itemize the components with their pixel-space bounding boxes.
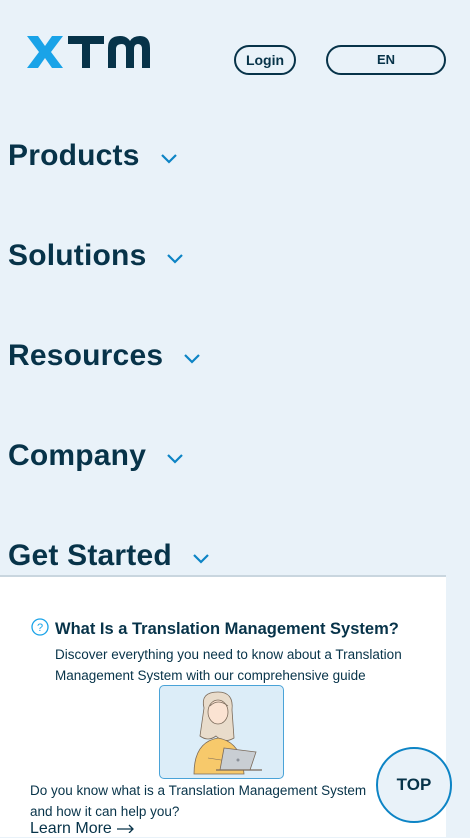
nav-label: Solutions [8, 239, 147, 272]
nav-item-products[interactable]: Products [8, 136, 178, 176]
chevron-down-icon [193, 554, 209, 564]
nav-item-company[interactable]: Company [8, 436, 184, 476]
nav-label: Get Started [8, 539, 172, 572]
nav-item-solutions[interactable]: Solutions [8, 236, 184, 276]
question-circle-icon: ? [31, 618, 49, 636]
nav-item-resources[interactable]: Resources [8, 336, 201, 376]
nav-label: Company [8, 439, 147, 472]
card-question-text: Do you know what is a Translation Manage… [30, 783, 367, 819]
card-description: Discover everything you need to know abo… [55, 647, 402, 683]
nav-label: Products [8, 139, 140, 172]
svg-text:?: ? [37, 622, 43, 634]
xtm-logo[interactable] [24, 32, 152, 72]
card-title[interactable]: What Is a Translation Management System? [55, 620, 399, 639]
nav-item-get-started[interactable]: Get Started [8, 536, 210, 576]
login-button[interactable]: Login [234, 45, 296, 75]
site-header: Login EN [0, 0, 470, 110]
chevron-down-icon [167, 454, 183, 464]
nav-label: Resources [8, 339, 164, 372]
learn-more-link[interactable]: Learn More [30, 820, 136, 838]
language-selector[interactable]: EN [326, 45, 446, 75]
woman-laptop-illustration [159, 685, 284, 779]
arrow-right-icon [116, 820, 136, 838]
back-to-top-button[interactable]: TOP [376, 747, 452, 823]
chevron-down-icon [184, 354, 200, 364]
chevron-down-icon [167, 254, 184, 264]
chevron-down-icon [160, 154, 177, 164]
